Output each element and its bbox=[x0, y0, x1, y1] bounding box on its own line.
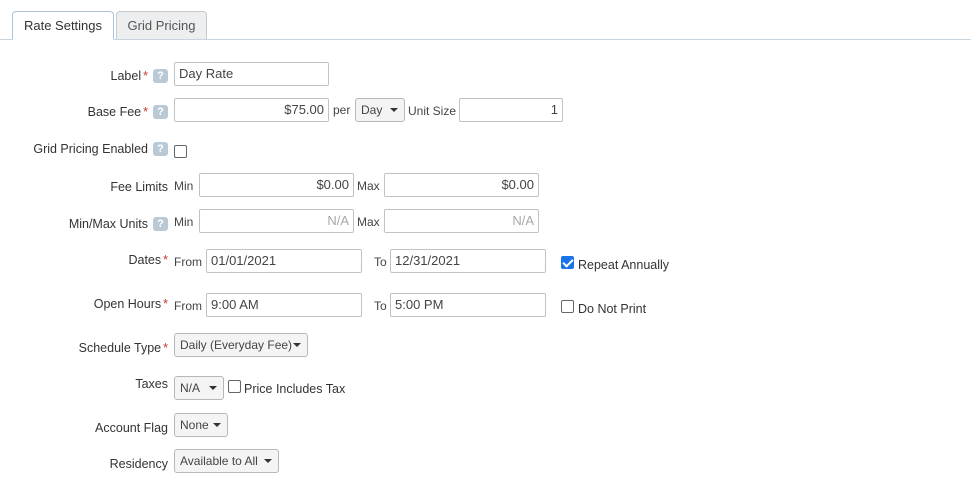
hours-to-input[interactable]: 5:00 PM bbox=[390, 293, 546, 317]
dates-from-input[interactable]: 01/01/2021 bbox=[206, 249, 362, 273]
schedule-type-label: Schedule Type * bbox=[78, 341, 168, 355]
tab-grid-pricing[interactable]: Grid Pricing bbox=[116, 11, 207, 39]
taxes-label: Taxes bbox=[135, 377, 168, 391]
chevron-down-icon bbox=[293, 343, 301, 347]
dates-label: Dates * bbox=[128, 253, 168, 267]
fee-min-input[interactable]: $0.00 bbox=[199, 173, 354, 197]
price-includes-tax-label[interactable]: Price Includes Tax bbox=[244, 382, 345, 396]
unit-size-label: Unit Size bbox=[408, 104, 457, 118]
dates-to-input[interactable]: 12/31/2021 bbox=[390, 249, 546, 273]
price-includes-tax-checkbox[interactable] bbox=[228, 380, 241, 393]
open-hours-label: Open Hours * bbox=[93, 297, 168, 311]
help-icon[interactable]: ? bbox=[153, 142, 168, 156]
residency-select[interactable]: Available to All bbox=[174, 449, 279, 473]
tab-rate-settings[interactable]: Rate Settings bbox=[12, 11, 114, 40]
fee-limits-label: Fee Limits bbox=[110, 180, 168, 194]
chevron-down-icon bbox=[390, 108, 398, 112]
help-icon[interactable]: ? bbox=[153, 69, 168, 83]
required-marker: * bbox=[143, 105, 148, 119]
per-unit-select[interactable]: Day bbox=[355, 98, 405, 122]
hours-from-input[interactable]: 9:00 AM bbox=[206, 293, 362, 317]
residency-label: Residency bbox=[109, 457, 168, 471]
per-label: per bbox=[333, 103, 351, 117]
units-min-input[interactable]: N/A bbox=[199, 209, 354, 233]
help-icon[interactable]: ? bbox=[153, 217, 168, 231]
fee-min-label: Min bbox=[174, 179, 194, 193]
tab-divider bbox=[0, 39, 971, 40]
chevron-down-icon bbox=[213, 423, 221, 427]
schedule-type-select[interactable]: Daily (Everyday Fee) bbox=[174, 333, 308, 357]
label-field-label: Label *? bbox=[111, 69, 168, 83]
repeat-annually-label[interactable]: Repeat Annually bbox=[578, 258, 669, 272]
base-fee-label: Base Fee *? bbox=[88, 105, 168, 119]
units-max-label: Max bbox=[357, 215, 380, 229]
required-marker: * bbox=[163, 341, 168, 355]
required-marker: * bbox=[163, 253, 168, 267]
label-input[interactable]: Day Rate bbox=[174, 62, 329, 86]
units-min-label: Min bbox=[174, 215, 194, 229]
account-flag-select[interactable]: None bbox=[174, 413, 228, 437]
units-max-input[interactable]: N/A bbox=[384, 209, 539, 233]
fee-max-label: Max bbox=[357, 179, 380, 193]
do-not-print-checkbox[interactable] bbox=[561, 300, 574, 313]
repeat-annually-checkbox[interactable] bbox=[561, 256, 574, 269]
hours-from-label: From bbox=[174, 299, 202, 313]
min-max-units-label: Min/Max Units? bbox=[69, 217, 168, 231]
base-fee-input[interactable]: $75.00 bbox=[174, 98, 329, 122]
grid-pricing-enabled-checkbox[interactable] bbox=[174, 145, 187, 158]
dates-from-label: From bbox=[174, 255, 202, 269]
required-marker: * bbox=[143, 69, 148, 83]
required-marker: * bbox=[163, 297, 168, 311]
chevron-down-icon bbox=[264, 459, 272, 463]
unit-size-input[interactable]: 1 bbox=[459, 98, 563, 122]
help-icon[interactable]: ? bbox=[153, 105, 168, 119]
grid-pricing-enabled-label: Grid Pricing Enabled? bbox=[33, 142, 168, 156]
chevron-down-icon bbox=[209, 386, 217, 390]
taxes-select[interactable]: N/A bbox=[174, 376, 224, 400]
fee-max-input[interactable]: $0.00 bbox=[384, 173, 539, 197]
dates-to-label: To bbox=[374, 255, 387, 269]
account-flag-label: Account Flag bbox=[95, 421, 168, 435]
do-not-print-label[interactable]: Do Not Print bbox=[578, 302, 646, 316]
hours-to-label: To bbox=[374, 299, 387, 313]
